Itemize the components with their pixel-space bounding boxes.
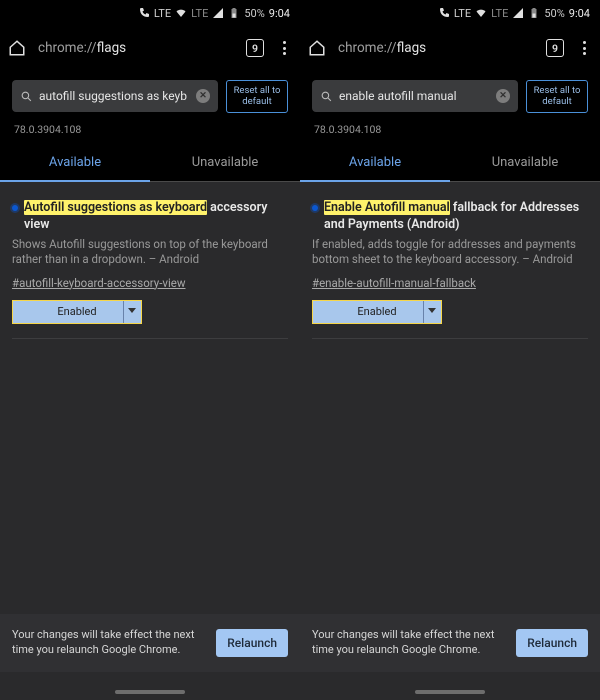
tab-switcher[interactable]: 9 — [246, 39, 264, 57]
search-icon — [20, 90, 33, 103]
action-row: enable autofill manual ✕ Reset all to de… — [300, 70, 600, 119]
relaunch-message: Your changes will take effect the next t… — [312, 628, 506, 658]
tab-unavailable[interactable]: Unavailable — [450, 146, 600, 182]
flag-title-highlight: Autofill suggestions as keyboard — [24, 200, 207, 215]
pane-left: LTE LTE 50% 9:04 chrome://flags 9 autofi… — [0, 0, 300, 700]
tab-unavailable[interactable]: Unavailable — [150, 146, 300, 182]
flag-state-value: Enabled — [57, 305, 96, 318]
search-input[interactable]: autofill suggestions as keyb ✕ — [12, 80, 218, 112]
wifi-icon — [475, 7, 487, 19]
tab-available[interactable]: Available — [300, 146, 450, 182]
status-bar: LTE LTE 50% 9:04 — [0, 0, 300, 26]
lte-dim-label: LTE — [491, 7, 508, 20]
clear-search-icon[interactable]: ✕ — [496, 89, 510, 103]
wifi-icon — [175, 7, 187, 19]
url-text[interactable]: chrome://flags — [338, 40, 534, 56]
status-bar: LTE LTE 50% 9:04 — [300, 0, 600, 26]
gesture-nav-pill[interactable] — [415, 690, 485, 694]
lte-dim-label: LTE — [191, 7, 208, 20]
search-value: autofill suggestions as keyb — [39, 89, 190, 103]
flag-description: Shows Autofill suggestions on top of the… — [12, 237, 288, 268]
flag-item: Enable Autofill manual fallback for Addr… — [312, 200, 588, 339]
reset-all-button[interactable]: Reset all to default — [226, 80, 288, 113]
clock: 9:04 — [569, 7, 590, 20]
url-host: flags — [397, 40, 427, 56]
chrome-version: 78.0.3904.108 — [300, 119, 600, 146]
search-icon — [320, 90, 333, 103]
overflow-menu-icon[interactable] — [576, 40, 592, 56]
battery-percent: 50% — [244, 7, 264, 20]
battery-percent: 50% — [544, 7, 564, 20]
home-icon[interactable] — [8, 39, 26, 57]
url-host: flags — [97, 40, 127, 56]
signal-icon — [512, 7, 524, 19]
url-text[interactable]: chrome://flags — [38, 40, 234, 56]
flag-state-dropdown[interactable]: Enabled — [12, 300, 142, 324]
url-bar: chrome://flags 9 — [0, 26, 300, 70]
chevron-down-icon — [128, 308, 136, 313]
phone-wifi-icon — [438, 7, 450, 19]
clock: 9:04 — [269, 7, 290, 20]
flag-item: Autofill suggestions as keyboard accesso… — [12, 200, 288, 339]
flag-state-dropdown[interactable]: Enabled — [312, 300, 442, 324]
modified-indicator-icon — [312, 205, 318, 211]
tabs: Available Unavailable — [0, 146, 300, 182]
gesture-nav-pill[interactable] — [115, 690, 185, 694]
relaunch-bar: Your changes will take effect the next t… — [300, 614, 600, 672]
relaunch-message: Your changes will take effect the next t… — [12, 628, 206, 658]
search-input[interactable]: enable autofill manual ✕ — [312, 80, 518, 112]
clear-search-icon[interactable]: ✕ — [196, 89, 210, 103]
url-prefix: chrome:// — [38, 40, 97, 56]
relaunch-bar: Your changes will take effect the next t… — [0, 614, 300, 672]
relaunch-button[interactable]: Relaunch — [216, 629, 288, 657]
signal-icon — [212, 7, 224, 19]
tabs: Available Unavailable — [300, 146, 600, 182]
action-row: autofill suggestions as keyb ✕ Reset all… — [0, 70, 300, 119]
battery-icon — [228, 7, 240, 19]
flag-anchor-link[interactable]: #autofill-keyboard-accessory-view — [12, 276, 185, 290]
tab-available[interactable]: Available — [0, 146, 150, 182]
flag-title-highlight: Enable Autofill manual — [324, 200, 450, 215]
url-bar: chrome://flags 9 — [300, 26, 600, 70]
chevron-down-icon — [428, 308, 436, 313]
flag-title: Enable Autofill manual fallback for Addr… — [324, 200, 588, 234]
chrome-version: 78.0.3904.108 — [0, 119, 300, 146]
url-prefix: chrome:// — [338, 40, 397, 56]
phone-wifi-icon — [138, 7, 150, 19]
flag-description: If enabled, adds toggle for addresses an… — [312, 237, 588, 268]
tab-switcher[interactable]: 9 — [546, 39, 564, 57]
reset-all-button[interactable]: Reset all to default — [526, 80, 588, 113]
flag-title: Autofill suggestions as keyboard accesso… — [24, 200, 288, 234]
overflow-menu-icon[interactable] — [276, 40, 292, 56]
pane-right: LTE LTE 50% 9:04 chrome://flags 9 enable… — [300, 0, 600, 700]
lte-label: LTE — [154, 7, 171, 20]
battery-icon — [528, 7, 540, 19]
relaunch-button[interactable]: Relaunch — [516, 629, 588, 657]
lte-label: LTE — [454, 7, 471, 20]
home-icon[interactable] — [308, 39, 326, 57]
flag-state-value: Enabled — [357, 305, 396, 318]
modified-indicator-icon — [12, 205, 18, 211]
flag-anchor-link[interactable]: #enable-autofill-manual-fallback — [312, 276, 476, 290]
search-value: enable autofill manual — [339, 89, 490, 103]
